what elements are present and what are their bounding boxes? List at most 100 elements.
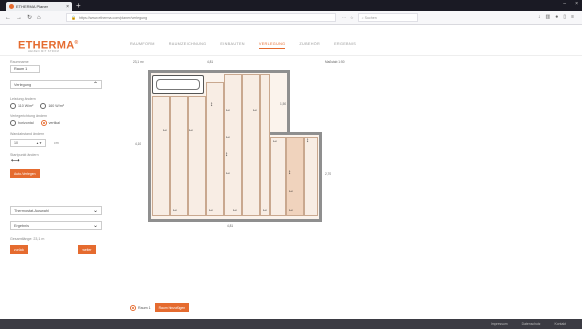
favicon-icon <box>9 4 14 9</box>
wall-inner-horizontal <box>270 132 322 135</box>
room-switcher: Raum 1 Raum hinzufügen <box>130 303 190 312</box>
mat-strip[interactable] <box>260 74 270 216</box>
arrow-horizontal-icon[interactable]: ↔ <box>272 138 278 144</box>
chevron-down-icon: ⌄ <box>92 207 98 214</box>
scale-label: Maßstab 1:50 <box>325 60 345 64</box>
arrow-horizontal-icon[interactable]: ↔ <box>232 207 238 213</box>
lock-icon: 🔒 <box>71 15 76 20</box>
distance-select[interactable]: 10 ▲▼ <box>10 139 46 147</box>
footer-link-impressum[interactable]: Impressum <box>491 322 508 326</box>
arrow-horizontal-icon[interactable]: ↔ <box>225 107 231 113</box>
arrow-horizontal-icon[interactable]: ↔ <box>162 127 168 133</box>
window-controls: – × <box>563 1 578 7</box>
menu-icon[interactable]: ≡ <box>571 14 574 20</box>
nav-einbauten[interactable]: EINBAUTEN <box>220 42 244 49</box>
arrow-horizontal-icon[interactable]: ↔ <box>288 188 294 194</box>
extension-icon[interactable]: ● <box>555 14 558 20</box>
floor-plan-canvas[interactable]: 23,1 m² 4,81 Maßstab 1:50 ↔ ↔ ↕ ↔ ↔ ↔ ↕ … <box>130 60 530 300</box>
mat-strip[interactable] <box>188 96 206 216</box>
more-icon[interactable]: ··· <box>342 15 346 20</box>
mat-strip[interactable] <box>206 82 224 216</box>
browser-search-input[interactable]: ⌕ Suchen <box>357 13 418 22</box>
logo-subtitle: HEIZEN MIT STROM <box>28 50 60 53</box>
arrow-horizontal-icon[interactable]: ↔ <box>208 207 214 213</box>
nav-zubehoer[interactable]: ZUBEHÖR <box>299 42 320 49</box>
page-footer: Impressum Datenschutz Kontakt <box>0 319 582 329</box>
extension-icons: ↓ ▥ ● ▯ ≡ <box>538 14 574 20</box>
address-bar[interactable]: 🔒 https://www.etherma.com/planer/verlegu… <box>66 13 336 22</box>
dim-top-label: 4,81 <box>207 60 214 64</box>
download-icon[interactable]: ↓ <box>538 14 541 20</box>
dim-bottom-label: 4,81 <box>227 224 234 228</box>
section-verlegung[interactable]: Verlegung ⌃ <box>10 80 102 89</box>
nav-raumform[interactable]: RAUMFORM <box>130 42 155 49</box>
bookmark-icon[interactable]: ☆ <box>350 15 354 20</box>
room-name-input[interactable]: Raum 1 <box>10 65 40 73</box>
radio-selected-icon <box>130 304 136 311</box>
tab-title: ETHERMA Planer <box>16 4 49 9</box>
site-header: ETHERMA® HEIZEN MIT STROM RAUMFORM RAUMZ… <box>0 26 582 56</box>
mat-strip[interactable] <box>152 96 170 216</box>
section-ergebnis[interactable]: Ergebnis ⌄ <box>10 221 102 230</box>
forward-icon[interactable]: → <box>16 15 22 21</box>
arrow-vertical-icon[interactable]: ↕ <box>306 138 309 144</box>
wall-bottom <box>148 219 322 222</box>
arrow-horizontal-icon[interactable]: ↔ <box>172 207 178 213</box>
arrow-vertical-icon[interactable]: ↕ <box>225 152 228 158</box>
mat-strip[interactable] <box>270 137 286 216</box>
mat-strip[interactable] <box>304 137 318 216</box>
back-icon[interactable]: ← <box>5 15 11 21</box>
arrow-horizontal-icon[interactable]: ↔ <box>188 127 194 133</box>
room-radio[interactable]: Raum 1 <box>130 304 151 311</box>
arrow-horizontal-icon[interactable]: ↔ <box>225 134 231 140</box>
browser-tab-bar: ETHERMA Planer × + – × <box>0 0 582 11</box>
arrow-vertical-icon[interactable]: ↕ <box>210 102 213 108</box>
close-tab-icon[interactable]: × <box>66 4 69 10</box>
nav-raumzeichnung[interactable]: RAUMZEICHNUNG <box>169 42 207 49</box>
wall-left <box>148 70 151 222</box>
distance-label: Wandabstand ändern <box>10 132 45 136</box>
total-length-label: Gesamtlänge: 23,1 m <box>10 237 45 241</box>
mat-strip[interactable] <box>224 74 242 216</box>
radio-icon <box>40 103 47 109</box>
next-button[interactable]: weiter <box>78 245 96 254</box>
section-thermostat[interactable]: Thermostat-Auswahl ⌄ <box>10 206 102 215</box>
chevron-up-icon: ⌃ <box>92 81 98 88</box>
dim-right-label: 2,70 <box>325 172 332 176</box>
browser-tab[interactable]: ETHERMA Planer × <box>6 2 72 11</box>
bathtub[interactable] <box>152 75 204 94</box>
add-room-button[interactable]: Raum hinzufügen <box>154 303 190 312</box>
library-icon[interactable]: ▥ <box>546 14 551 20</box>
home-icon[interactable]: ⌂ <box>37 15 41 21</box>
dim-left-label: 4,10 <box>135 142 142 146</box>
area-label: 23,1 m² <box>133 60 144 64</box>
direction-horizontal[interactable]: horizontal <box>10 120 34 126</box>
radio-selected-icon <box>40 120 47 126</box>
arrow-vertical-icon[interactable]: ↕ <box>288 170 291 176</box>
back-button[interactable]: zurück <box>10 245 28 254</box>
close-window-icon[interactable]: × <box>575 1 578 7</box>
nav-ergebnis[interactable]: ERGEBNIS <box>334 42 356 49</box>
power-options: 110 W/m² 160 W/m² <box>10 103 64 109</box>
mat-strip[interactable] <box>242 74 260 216</box>
auto-lay-button[interactable]: Auto-Verlegen <box>10 169 40 178</box>
arrow-horizontal-icon[interactable]: ↔ <box>288 207 294 213</box>
start-arrow-icon[interactable]: ⟷ <box>11 158 20 164</box>
minimize-icon[interactable]: – <box>563 1 566 7</box>
power-option-160[interactable]: 160 W/m² <box>40 103 64 109</box>
mat-strip[interactable] <box>170 96 188 216</box>
footer-link-kontakt[interactable]: Kontakt <box>555 322 567 326</box>
footer-link-datenschutz[interactable]: Datenschutz <box>522 322 541 326</box>
reload-icon[interactable]: ↻ <box>27 14 32 21</box>
browser-nav-bar: ← → ↻ ⌂ 🔒 https://www.etherma.com/planer… <box>0 11 582 25</box>
arrow-horizontal-icon[interactable]: ↔ <box>225 170 231 176</box>
arrow-horizontal-icon[interactable]: ↔ <box>262 207 268 213</box>
mat-strip-selected[interactable] <box>286 137 304 216</box>
direction-vertical[interactable]: vertikal <box>40 120 60 126</box>
nav-verlegung[interactable]: VERLEGUNG <box>258 42 286 49</box>
radio-icon <box>10 103 16 109</box>
arrow-horizontal-icon[interactable]: ↔ <box>252 107 258 113</box>
sidebar-icon[interactable]: ▯ <box>563 14 566 20</box>
power-option-110[interactable]: 110 W/m² <box>10 103 33 109</box>
new-tab-icon[interactable]: + <box>76 1 81 10</box>
